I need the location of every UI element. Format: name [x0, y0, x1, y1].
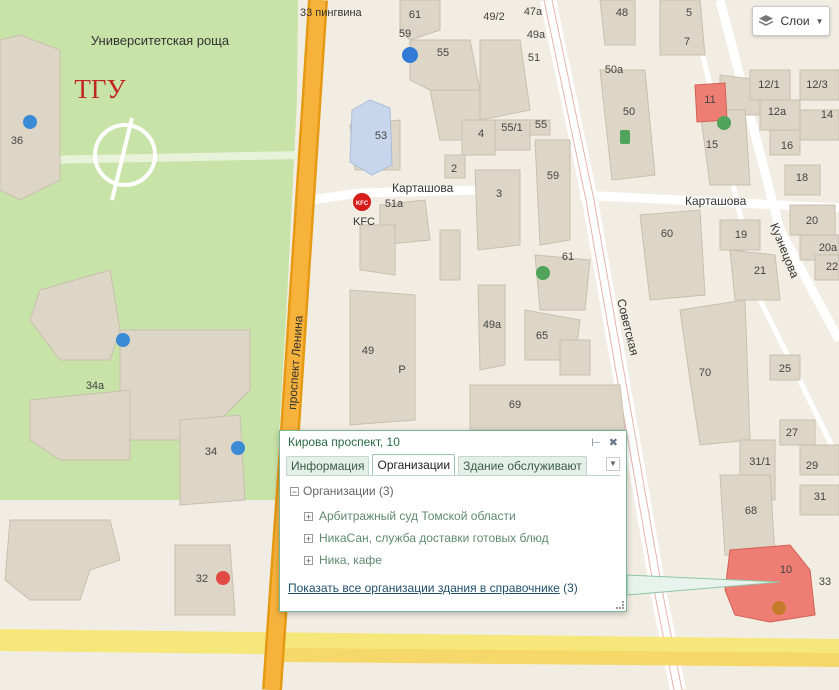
svg-text:11: 11: [704, 94, 715, 106]
metro-icon: [402, 47, 418, 63]
svg-text:32: 32: [196, 573, 208, 585]
kfc-label: KFC: [353, 216, 375, 228]
svg-text:7: 7: [684, 36, 690, 48]
expand-icon[interactable]: +: [304, 533, 313, 543]
org-root-label: Организации (3): [303, 484, 394, 498]
close-icon[interactable]: ✖: [609, 436, 618, 449]
org-item-label: Ника, кафе: [319, 553, 382, 567]
svg-text:51a: 51a: [385, 198, 404, 210]
svg-text:15: 15: [706, 139, 718, 151]
svg-text:53: 53: [375, 130, 387, 142]
collapse-icon[interactable]: −: [290, 486, 299, 496]
building-info-popup: Кирова проспект, 10 ⊢ ✖ Информация Орган…: [279, 430, 627, 612]
education-icon: [116, 333, 130, 347]
svg-text:69: 69: [509, 399, 521, 411]
popup-tabs: Информация Организации Здание обслуживаю…: [286, 453, 620, 476]
svg-text:31: 31: [814, 491, 826, 503]
kartashova-label-1: Карташова: [392, 181, 454, 195]
svg-text:16: 16: [781, 140, 793, 152]
cafe-icon: [772, 601, 786, 615]
grove-label: Университетская роща: [91, 33, 230, 48]
svg-text:61: 61: [409, 9, 421, 21]
svg-text:70: 70: [699, 367, 711, 379]
svg-text:50: 50: [623, 106, 635, 118]
pin-icon[interactable]: ⊢: [591, 436, 601, 449]
svg-text:68: 68: [745, 505, 757, 517]
svg-text:20a: 20a: [819, 242, 838, 254]
bank-icon: [717, 116, 731, 130]
svg-text:2: 2: [451, 163, 457, 175]
svg-text:59: 59: [547, 170, 559, 182]
svg-text:25: 25: [779, 363, 791, 375]
svg-text:20: 20: [806, 215, 818, 227]
svg-text:12a: 12a: [768, 106, 787, 118]
layers-label: Слои: [780, 14, 810, 28]
org-item[interactable]: + Арбитражный суд Томской области: [304, 505, 626, 527]
svg-text:47a: 47a: [524, 6, 543, 18]
svg-text:49: 49: [362, 345, 374, 357]
svg-text:50a: 50a: [605, 64, 624, 76]
svg-text:10: 10: [780, 564, 792, 576]
svg-text:31/1: 31/1: [749, 456, 770, 468]
org-list: + Арбитражный суд Томской области + Ника…: [304, 505, 626, 571]
svg-text:55: 55: [535, 119, 547, 131]
pingvina-label: 33 пингвина: [300, 7, 363, 19]
svg-text:34: 34: [205, 446, 217, 458]
svg-text:19: 19: [735, 229, 747, 241]
svg-text:5: 5: [686, 7, 692, 19]
bank-icon: [536, 266, 550, 280]
svg-text:60: 60: [661, 228, 673, 240]
kartashova-label-2: Карташова: [685, 194, 747, 208]
svg-text:33: 33: [819, 576, 831, 588]
svg-text:51: 51: [528, 52, 540, 64]
org-item[interactable]: + НикаСан, служба доставки готовых блюд: [304, 527, 626, 549]
svg-text:34a: 34a: [86, 380, 105, 392]
svg-text:22: 22: [826, 261, 838, 273]
org-item-label: Арбитражный суд Томской области: [319, 509, 516, 523]
medical-icon: [216, 571, 230, 585]
svg-text:18: 18: [796, 172, 808, 184]
svg-text:4: 4: [478, 128, 484, 140]
svg-text:55/1: 55/1: [501, 122, 522, 134]
education-icon: [231, 441, 245, 455]
svg-text:27: 27: [786, 427, 798, 439]
svg-text:36: 36: [11, 135, 23, 147]
svg-text:29: 29: [806, 460, 818, 472]
shop-icon: [620, 130, 630, 144]
svg-text:3: 3: [496, 188, 502, 200]
chevron-down-icon: ▼: [815, 16, 824, 26]
svg-text:49a: 49a: [527, 29, 546, 41]
education-icon: [23, 115, 37, 129]
svg-text:49a: 49a: [483, 319, 502, 331]
expand-icon[interactable]: +: [304, 555, 313, 565]
svg-text:55: 55: [437, 47, 449, 59]
tab-building-services[interactable]: Здание обслуживают: [458, 456, 587, 475]
resize-handle[interactable]: [616, 601, 624, 609]
svg-text:14: 14: [821, 109, 833, 121]
tab-organizations[interactable]: Организации: [372, 454, 456, 475]
svg-text:48: 48: [616, 7, 628, 19]
tabs-scroll-icon[interactable]: ▼: [606, 457, 620, 471]
svg-text:65: 65: [536, 330, 548, 342]
svg-text:61: 61: [562, 251, 574, 263]
layers-icon: [758, 14, 774, 28]
svg-text:12/3: 12/3: [806, 79, 827, 91]
org-item[interactable]: + Ника, кафе: [304, 549, 626, 571]
org-tree-root[interactable]: − Организации (3): [290, 484, 626, 498]
svg-text:59: 59: [399, 28, 411, 40]
tab-info[interactable]: Информация: [286, 456, 370, 475]
org-count: (3): [563, 581, 578, 595]
svg-text:49/2: 49/2: [483, 11, 504, 23]
svg-text:12/1: 12/1: [758, 79, 779, 91]
show-all-orgs-link[interactable]: Показать все организации здания в справо…: [288, 581, 560, 595]
layers-button[interactable]: Слои ▼: [752, 6, 830, 36]
svg-text:P: P: [398, 364, 405, 376]
org-item-label: НикаСан, служба доставки готовых блюд: [319, 531, 549, 545]
svg-text:KFC: KFC: [356, 201, 369, 207]
univ-label: ТГУ: [74, 74, 126, 104]
svg-text:21: 21: [754, 265, 766, 277]
expand-icon[interactable]: +: [304, 511, 313, 521]
popup-title: Кирова проспект, 10: [288, 435, 400, 449]
